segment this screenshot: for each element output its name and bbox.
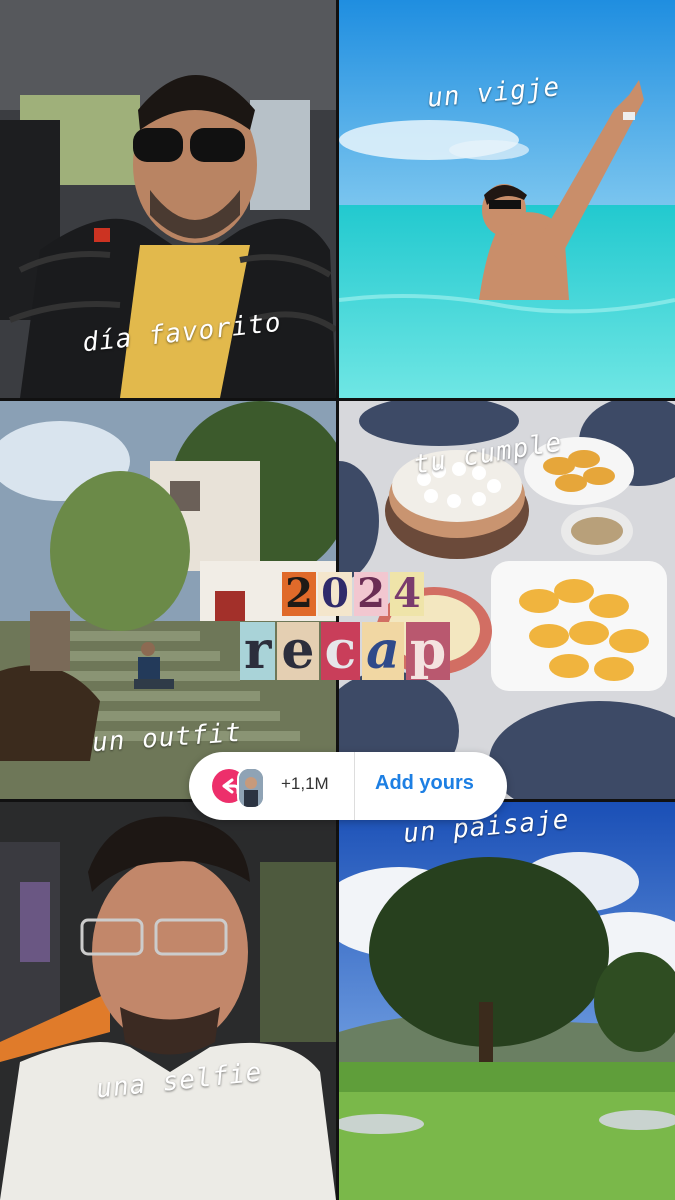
photo-landscape: un paisaje	[339, 802, 675, 1200]
night-selfie-image	[0, 802, 336, 1200]
sticker-char: 4	[390, 572, 424, 616]
recap-2024-sticker[interactable]: 2 0 2 4 r e c a p	[240, 572, 475, 684]
sticker-char: 2	[354, 572, 388, 616]
sticker-year: 2 0 2 4	[282, 572, 424, 616]
add-yours-button[interactable]: Add yours	[375, 772, 474, 795]
participant-avatar	[237, 767, 265, 809]
beach-image	[339, 0, 675, 398]
participant-count: +1,1M	[281, 774, 329, 793]
sticker-char: e	[277, 622, 319, 680]
sticker-char: c	[320, 622, 361, 680]
photo-selfie: una selfie	[0, 802, 336, 1200]
add-yours-sticker[interactable]: +1,1M Add yours	[189, 752, 507, 820]
sticker-word: r e c a p	[240, 622, 451, 680]
photo-trip: un vigje	[339, 0, 675, 398]
photo-favorite-day: día favorito	[0, 0, 336, 398]
tree-landscape-image	[339, 802, 675, 1200]
sticker-char: p	[405, 622, 451, 680]
sticker-char: r	[240, 622, 276, 680]
sticker-char: 0	[318, 572, 352, 616]
sticker-char: 2	[282, 572, 316, 616]
pill-divider	[354, 752, 355, 820]
sticker-char: a	[362, 622, 404, 680]
